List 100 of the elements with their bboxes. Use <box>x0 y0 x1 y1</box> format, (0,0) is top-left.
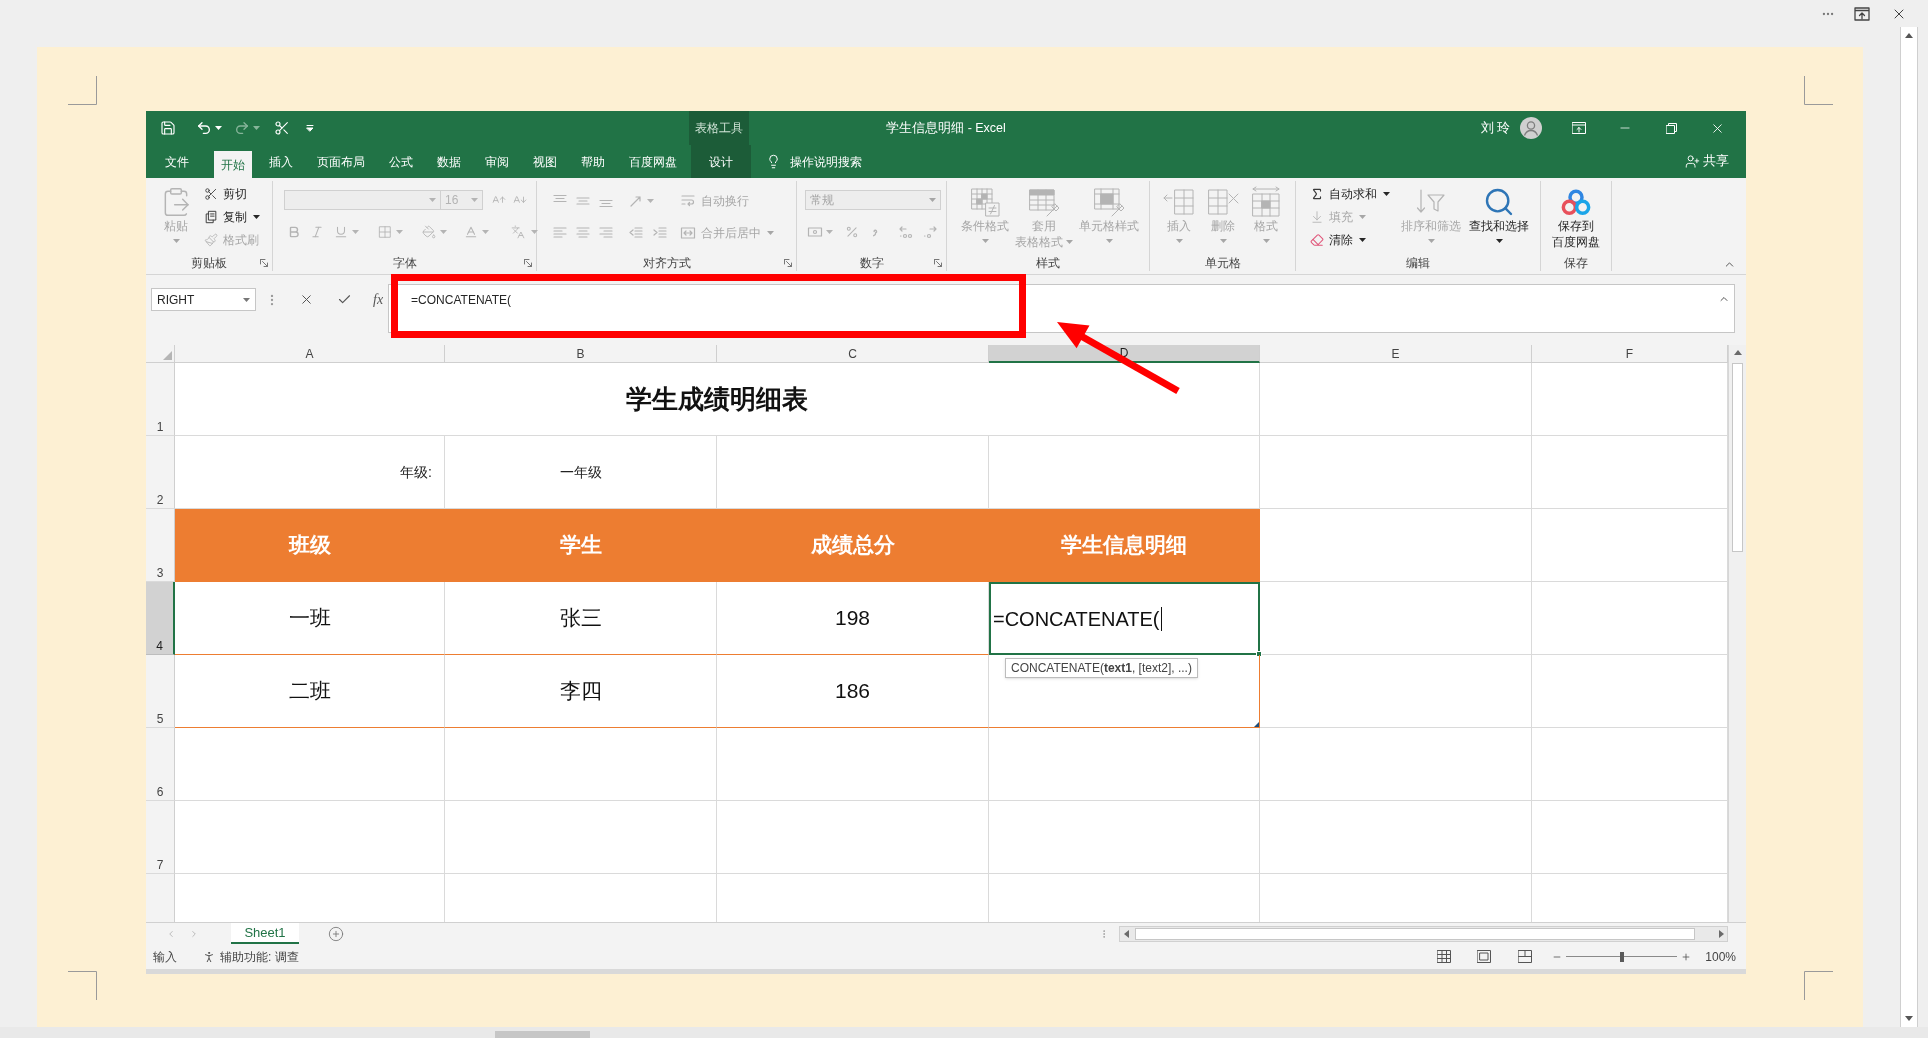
banknote-icon[interactable] <box>807 224 823 240</box>
zoom-slider-thumb[interactable] <box>1619 951 1624 962</box>
sheet-tab[interactable]: Sheet1 <box>231 923 299 944</box>
decrease-decimal-icon[interactable] <box>922 224 938 240</box>
column-header[interactable]: A <box>175 345 445 363</box>
page-layout-icon[interactable] <box>1477 950 1492 963</box>
table-cell: 二班 <box>175 655 445 728</box>
scrollbar-thumb[interactable] <box>1135 927 1695 940</box>
zoom-in-icon[interactable] <box>1681 951 1692 962</box>
share-button[interactable]: 共享 <box>1685 152 1729 171</box>
cut-button[interactable]: 剪切 <box>200 182 264 205</box>
row-header[interactable]: 6 <box>146 728 175 801</box>
column-header[interactable]: E <box>1260 345 1532 363</box>
scissors-icon[interactable] <box>274 120 290 136</box>
next-sheet-icon[interactable] <box>189 928 199 939</box>
find-select-button[interactable]: 查找和选择 <box>1466 181 1532 254</box>
scrollbar-thumb[interactable] <box>1732 363 1743 552</box>
previous-sheet-icon[interactable] <box>166 928 176 939</box>
grid-view-icon[interactable] <box>1437 950 1452 963</box>
increase-indent-icon[interactable] <box>652 224 668 241</box>
save-icon[interactable] <box>160 120 176 136</box>
ribbon-tab[interactable]: 审阅 <box>478 145 516 178</box>
corner-arrow-icon[interactable] <box>260 258 268 267</box>
horizontal-scrollbar[interactable] <box>0 1027 1928 1038</box>
sheet-title: 学生成绩明细表 <box>175 363 1260 436</box>
align-center-icon[interactable] <box>575 224 591 241</box>
percent-icon[interactable] <box>845 225 859 239</box>
undo-icon[interactable] <box>196 120 212 136</box>
autosum-button[interactable]: 自动求和 <box>1306 182 1396 205</box>
accessibility-status[interactable]: 辅助功能: 调查 <box>220 947 299 966</box>
scroll-left-icon[interactable] <box>1124 929 1129 938</box>
accessibility-icon[interactable] <box>202 949 216 964</box>
vertical-scrollbar[interactable] <box>1900 27 1918 1027</box>
text-cursor <box>1160 606 1162 631</box>
add-sheet-icon[interactable] <box>328 925 344 942</box>
scrollbar-thumb[interactable] <box>495 1031 590 1038</box>
ribbon-tab[interactable]: 数据 <box>430 145 468 178</box>
column-header[interactable]: F <box>1532 345 1728 363</box>
copy-button[interactable]: 复制 <box>200 205 264 228</box>
name-box[interactable]: RIGHT <box>151 288 256 311</box>
group-label: 数字 <box>859 255 884 270</box>
page-break-view-icon[interactable] <box>1518 950 1533 963</box>
redo-icon[interactable] <box>234 120 250 136</box>
ribbon-tab[interactable]: 开始 <box>214 151 252 178</box>
zoom-slider[interactable] <box>1566 951 1678 962</box>
row-header[interactable]: 3 <box>146 509 175 582</box>
scroll-up-icon[interactable] <box>1733 350 1742 355</box>
crop-mark <box>68 971 97 1000</box>
avatar-icon[interactable] <box>1520 117 1542 139</box>
dropdown-caret-icon <box>396 230 403 234</box>
cancel-icon[interactable] <box>299 292 314 307</box>
wrap-text-icon <box>680 192 696 209</box>
line-caret-icon[interactable] <box>306 124 314 132</box>
ribbon-tab[interactable]: 页面布局 <box>310 145 372 178</box>
translate-icon[interactable] <box>511 225 525 239</box>
italic-icon[interactable] <box>310 225 324 239</box>
column-header[interactable]: C <box>717 345 989 363</box>
tell-me-search-field[interactable]: 操作说明搜索 <box>790 152 870 171</box>
dropdown-caret-icon <box>253 126 260 130</box>
scroll-up-icon[interactable] <box>1905 33 1913 38</box>
align-left-icon[interactable] <box>552 224 568 241</box>
table-header-cell: 学生 <box>445 509 717 582</box>
select-all-button[interactable] <box>146 345 175 363</box>
row-header[interactable]: 7 <box>146 801 175 874</box>
bold-icon[interactable] <box>287 225 301 239</box>
clear-button[interactable]: 清除 <box>1306 228 1396 251</box>
group-label: 剪贴板 <box>191 255 227 270</box>
row-header[interactable]: 2 <box>146 436 175 509</box>
paint-bucket-icon[interactable] <box>422 225 436 239</box>
underline-icon[interactable] <box>334 225 348 239</box>
formula-field[interactable]: =CONCATENATE( <box>388 284 1736 333</box>
vertical-scrollbar[interactable] <box>1728 345 1746 922</box>
row-header[interactable]: 5 <box>146 655 175 728</box>
font-color-icon[interactable] <box>464 225 478 239</box>
scroll-down-icon[interactable] <box>1905 1016 1913 1021</box>
borders-icon[interactable] <box>378 225 392 239</box>
increase-decimal-icon[interactable] <box>898 224 914 240</box>
corner-triangle-icon[interactable] <box>1254 722 1259 727</box>
decrease-indent-icon[interactable] <box>628 224 644 241</box>
active-cell[interactable]: =CONCATENATE( <box>989 582 1260 655</box>
zoom-level[interactable]: 100% <box>1705 947 1736 966</box>
align-right-icon[interactable] <box>598 224 614 241</box>
row-header[interactable]: 1 <box>146 363 175 436</box>
restore-icon[interactable] <box>1665 122 1677 134</box>
ribbon-tab[interactable]: 文件 <box>158 145 196 178</box>
scroll-right-icon[interactable] <box>1719 929 1724 938</box>
ribbon-tab[interactable]: 公式 <box>382 145 420 178</box>
ribbon-tab[interactable]: 插入 <box>262 145 300 178</box>
ribbon-tab[interactable]: 设计 <box>691 145 751 178</box>
ribbon-tab[interactable]: 帮助 <box>574 145 612 178</box>
ribbon-tab[interactable]: 视图 <box>526 145 564 178</box>
save-to-cloud-button[interactable]: 保存到 百度网盘 <box>1546 181 1606 254</box>
horizontal-scrollbar[interactable] <box>1119 925 1728 942</box>
ribbon-tab[interactable]: 百度网盘 <box>622 145 684 178</box>
window-arrow-icon[interactable] <box>1854 6 1870 21</box>
row-header[interactable]: 4 <box>146 582 175 655</box>
fill-handle[interactable] <box>1256 651 1262 657</box>
row-header[interactable] <box>146 874 175 922</box>
insert-function-button[interactable]: fx <box>373 291 384 308</box>
column-header[interactable]: B <box>445 345 717 363</box>
